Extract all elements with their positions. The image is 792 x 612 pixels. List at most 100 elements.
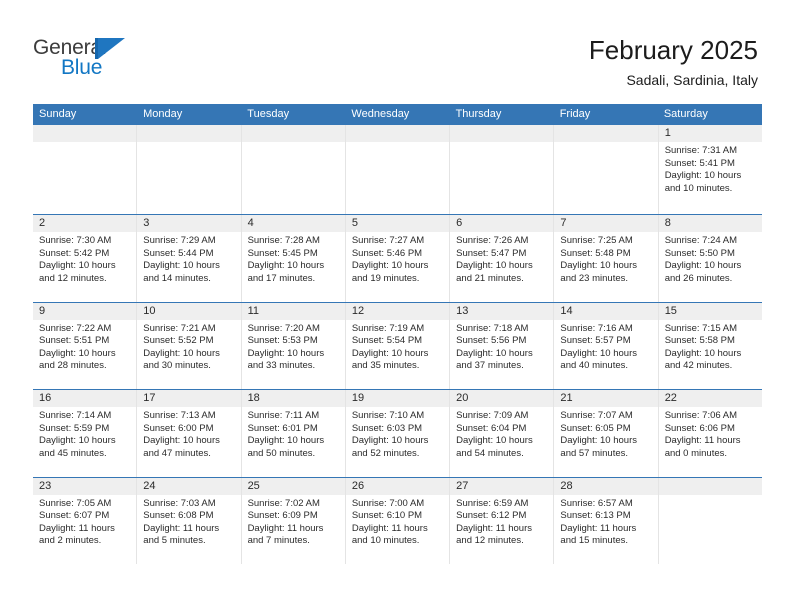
day-number-band: 11 [241,302,345,320]
calendar-day-cell[interactable]: 5 Sunrise: 7:27 AM Sunset: 5:46 PM Daylight… [344,215,450,302]
day-sun-info: Sunrise: 7:07 AM Sunset: 6:05 PM Daylight:… [554,407,657,460]
daylight-text-line1: Daylight: 10 hours [664,170,742,182]
calendar-day-cell[interactable]: 3 Sunrise: 7:29 AM Sunset: 5:44 PM Daylight… [136,215,241,302]
day-number: 4 [247,217,254,229]
calendar-day-cell[interactable]: 1 Sunrise: 7:31 AM Sunset: 5:41 PM Daylight… [657,125,762,214]
calendar-day-cell[interactable]: 25 Sunrise: 7:02 AM Sunset: 6:09 PM Dayligh… [240,477,345,564]
weekday-thursday: Thursday [455,108,502,120]
sunset-text: Sunset: 5:50 PM [664,247,735,259]
calendar-day-cell[interactable]: 17 Sunrise: 7:13 AM Sunset: 6:00 PM Dayligh… [136,390,241,477]
day-sun-info: Sunrise: 7:28 AM Sunset: 5:45 PM Daylight:… [242,232,345,285]
daylight-text-line2: and 10 minutes. [664,182,733,194]
calendar-day-cell[interactable]: 18 Sunrise: 7:11 AM Sunset: 6:01 PM Dayligh… [240,390,345,477]
day-sun-info: Sunrise: 7:05 AM Sunset: 6:07 PM Daylight:… [33,495,136,548]
calendar-day-cell[interactable]: 7 Sunrise: 7:25 AM Sunset: 5:48 PM Daylight… [553,215,658,302]
day-sun-info: Sunrise: 7:29 AM Sunset: 5:44 PM Daylight:… [137,232,240,285]
calendar-day-cell[interactable]: 19 Sunrise: 7:10 AM Sunset: 6:03 PM Dayligh… [344,390,450,477]
day-number-band: 23 [33,477,137,495]
sunset-text: Sunset: 5:59 PM [39,422,110,434]
day-number: 1 [664,127,671,139]
daylight-text-line1: Daylight: 11 hours [143,522,220,534]
daylight-text-line2: and 17 minutes. [247,272,316,284]
calendar-day-cell[interactable]: 11 Sunrise: 7:20 AM Sunset: 5:53 PM Dayligh… [240,302,345,389]
calendar-day-cell[interactable]: 22 Sunrise: 7:06 AM Sunset: 6:06 PM Dayligh… [657,390,762,477]
day-number-band [450,125,554,142]
calendar-day-cell[interactable]: 20 Sunrise: 7:09 AM Sunset: 6:04 PM Dayligh… [449,390,554,477]
calendar-day-cell[interactable]: 10 Sunrise: 7:21 AM Sunset: 5:52 PM Dayligh… [136,302,241,389]
sunset-text: Sunset: 5:48 PM [560,247,631,259]
daylight-text-line2: and 10 minutes. [351,535,420,547]
daylight-text-line1: Daylight: 10 hours [39,347,116,359]
calendar-day-cell[interactable]: 23 Sunrise: 7:05 AM Sunset: 6:07 PM Dayligh… [33,477,137,564]
calendar-day-cell[interactable]: 16 Sunrise: 7:14 AM Sunset: 5:59 PM Dayligh… [33,390,137,477]
weekday-sunday: Sunday [39,108,77,120]
page-subtitle: Sadali, Sardinia, Italy [626,72,758,88]
daylight-text-line1: Daylight: 10 hours [560,260,637,272]
weekday-monday: Monday [143,108,183,120]
calendar-day-cell-empty [344,125,450,214]
day-sun-info: Sunrise: 7:02 AM Sunset: 6:09 PM Daylight:… [242,495,345,548]
day-sun-info: Sunrise: 6:59 AM Sunset: 6:12 PM Daylight:… [450,495,553,548]
calendar-day-cell[interactable]: 26 Sunrise: 7:00 AM Sunset: 6:10 PM Dayligh… [344,477,450,564]
day-number: 13 [456,304,469,317]
day-sun-info: Sunrise: 7:19 AM Sunset: 5:54 PM Daylight:… [346,320,449,373]
daylight-text-line1: Daylight: 10 hours [560,347,637,359]
weekday-friday: Friday [559,108,591,120]
day-number: 3 [143,217,150,229]
calendar-day-cell[interactable]: 12 Sunrise: 7:19 AM Sunset: 5:54 PM Dayligh… [344,302,450,389]
sunset-text: Sunset: 6:01 PM [247,422,318,434]
daylight-text-line2: and 0 minutes. [664,447,728,459]
day-number: 23 [39,479,52,492]
sunset-text: Sunset: 6:07 PM [39,510,110,522]
weekday-header-row: Sunday Monday Tuesday Wednesday Thursday… [33,104,762,125]
daylight-text-line1: Daylight: 10 hours [456,347,533,359]
calendar-day-cell[interactable]: 28 Sunrise: 6:57 AM Sunset: 6:13 PM Dayligh… [553,477,658,564]
sunrise-text: Sunrise: 7:11 AM [247,410,320,421]
day-number: 21 [560,392,573,404]
day-number: 20 [456,392,469,404]
calendar-day-cell-empty [33,125,137,214]
day-sun-info: Sunrise: 7:27 AM Sunset: 5:46 PM Daylight:… [346,232,449,285]
day-number-band: 14 [554,302,658,320]
sunset-text: Sunset: 6:04 PM [456,422,527,434]
daylight-text-line1: Daylight: 10 hours [39,260,116,272]
sunrise-text: Sunrise: 7:10 AM [351,410,425,421]
daylight-text-line2: and 14 minutes. [143,272,211,284]
calendar-day-cell[interactable]: 15 Sunrise: 7:15 AM Sunset: 5:58 PM Dayligh… [657,302,762,389]
day-number: 17 [143,392,156,404]
calendar-day-cell[interactable]: 2 Sunrise: 7:30 AM Sunset: 5:42 PM Daylight… [33,215,137,302]
sunset-text: Sunset: 5:58 PM [664,335,735,347]
calendar-day-cell[interactable]: 8 Sunrise: 7:24 AM Sunset: 5:50 PM Daylight… [657,215,762,302]
calendar-day-cell[interactable]: 4 Sunrise: 7:28 AM Sunset: 5:45 PM Daylight… [240,215,345,302]
daylight-text-line1: Daylight: 10 hours [351,260,429,272]
calendar-day-cell[interactable]: 14 Sunrise: 7:16 AM Sunset: 5:57 PM Dayligh… [553,302,658,389]
daylight-text-line2: and 40 minutes. [560,360,629,372]
calendar-day-cell[interactable]: 6 Sunrise: 7:26 AM Sunset: 5:47 PM Daylight… [449,215,554,302]
sunset-text: Sunset: 6:10 PM [351,510,423,522]
sunset-text: Sunset: 5:41 PM [664,157,735,169]
daylight-text-line2: and 2 minutes. [39,535,102,547]
daylight-text-line2: and 26 minutes. [664,272,733,284]
calendar-day-cell[interactable]: 27 Sunrise: 6:59 AM Sunset: 6:12 PM Dayligh… [449,477,554,564]
sunset-text: Sunset: 6:08 PM [143,510,214,522]
day-number-band [554,125,658,142]
calendar-day-cell[interactable]: 21 Sunrise: 7:07 AM Sunset: 6:05 PM Dayligh… [553,390,658,477]
day-number: 7 [560,217,567,229]
day-number-band: 18 [241,390,345,407]
daylight-text-line1: Daylight: 10 hours [560,435,637,447]
day-number-band [345,125,450,142]
sunrise-text: Sunrise: 7:00 AM [351,497,425,509]
day-number: 5 [351,217,358,229]
sunrise-text: Sunrise: 7:31 AM [664,145,738,156]
sunrise-text: Sunrise: 7:19 AM [351,322,425,334]
daylight-text-line1: Daylight: 10 hours [664,260,742,272]
daylight-text-line2: and 35 minutes. [351,360,420,372]
calendar-day-cell[interactable]: 24 Sunrise: 7:03 AM Sunset: 6:08 PM Dayligh… [136,477,241,564]
day-sun-info: Sunrise: 7:03 AM Sunset: 6:08 PM Daylight:… [137,495,240,548]
calendar-day-cell[interactable]: 9 Sunrise: 7:22 AM Sunset: 5:51 PM Daylight… [33,302,137,389]
calendar-day-cell[interactable]: 13 Sunrise: 7:18 AM Sunset: 5:56 PM Dayligh… [449,302,554,389]
daylight-text-line1: Daylight: 11 hours [39,522,115,534]
daylight-text-line2: and 45 minutes. [39,447,107,459]
sunrise-text: Sunrise: 7:15 AM [664,322,738,334]
general-blue-logo[interactable]: General Blue [33,36,153,86]
